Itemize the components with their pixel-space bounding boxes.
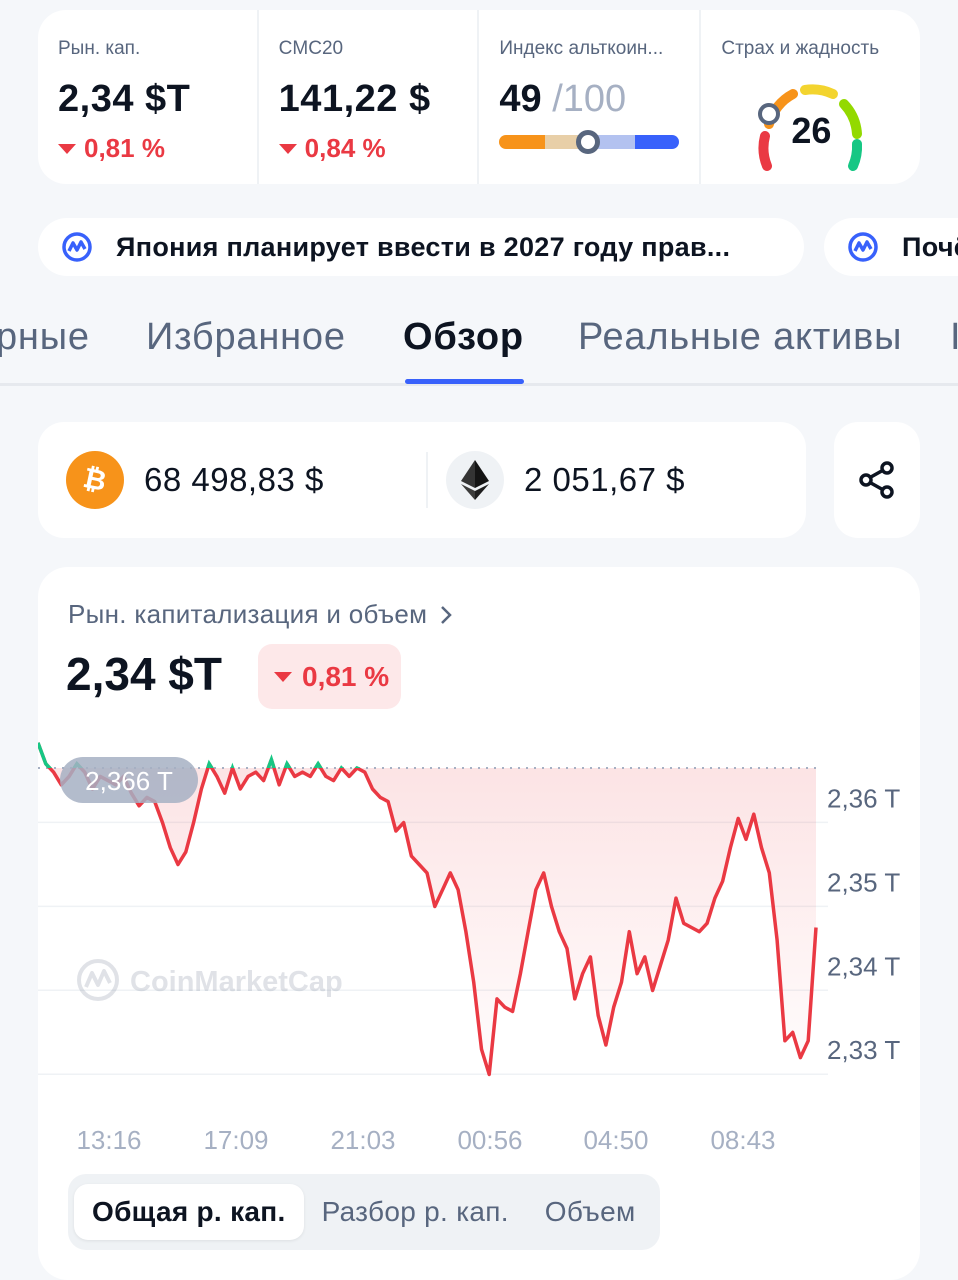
cmc-logo-icon: [848, 232, 878, 262]
x-tick-label: 00:56: [457, 1125, 522, 1155]
btc-price-value: 68 498,83 $: [144, 461, 324, 498]
cmc20-stat[interactable]: CMC20 141,22 $ 0,84 %: [259, 10, 480, 184]
altcoin-index-label: Индекс альткоин...: [499, 38, 664, 59]
tab-favorites[interactable]: Избранное: [146, 316, 346, 359]
chart-value: 2,34 $T: [66, 648, 222, 700]
cmc20-change: 0,84 %: [278, 133, 458, 164]
down-triangle-icon: [58, 143, 76, 154]
news-headline: Япония планирует ввести в 2027 году прав…: [116, 231, 731, 262]
chart-change-badge: 0,81 %: [258, 644, 402, 709]
share-button[interactable]: [834, 422, 920, 538]
eth-price[interactable]: 2 051,67 $: [446, 451, 685, 509]
market-cap-change-text: 0,81 %: [84, 133, 165, 163]
altcoin-index-value: 49 /100: [499, 78, 679, 121]
eth-price-value: 2 051,67 $: [524, 461, 685, 498]
down-triangle-icon: [278, 143, 297, 154]
y-tick-label: 2,33 T: [827, 1035, 900, 1065]
prices-card: ₿ 68 498,83 $ 2 051,67 $: [38, 422, 806, 538]
tab-next[interactable]: I: [950, 316, 958, 359]
svg-text:₿: ₿: [80, 463, 109, 497]
segment-total-market-cap[interactable]: Общая р. кап.: [74, 1184, 304, 1240]
coinmarketcap-watermark: CoinMarketCap: [77, 959, 343, 1001]
cmc20-change-text: 0,84 %: [304, 133, 386, 163]
cmc-logo-icon: [62, 232, 92, 262]
chevron-right-icon: [441, 605, 453, 624]
x-tick-label: 04:50: [583, 1125, 648, 1155]
y-tick-label: 2,35 T: [827, 867, 900, 897]
tab-overview[interactable]: Обзор: [403, 316, 524, 359]
fear-greed-value: 26: [791, 110, 832, 151]
y-tick-label: 2,36 T: [827, 783, 900, 813]
tab-trending[interactable]: рные: [0, 316, 90, 359]
tab-real-assets[interactable]: Реальные активы: [578, 316, 902, 359]
baseline-tooltip-text: 2,366 T: [85, 766, 173, 796]
cmc20-value: 141,22 $: [278, 78, 431, 120]
altcoin-index-number: 49: [499, 78, 542, 120]
x-tick-label: 08:43: [710, 1125, 775, 1155]
x-tick-label: 21:03: [330, 1125, 395, 1155]
active-tab-indicator: [405, 379, 524, 384]
altcoin-index-bar: [499, 130, 680, 154]
segment-market-cap-breakdown[interactable]: Разбор р. кап.: [304, 1184, 527, 1240]
x-tick-label: 13:16: [76, 1125, 141, 1155]
fear-greed-label: Страх и жадность: [721, 38, 880, 59]
cmc20-label: CMC20: [278, 38, 344, 59]
market-cap-chart-card: CoinMarketCap 2,36 T 2,35 T 2,34 T 2,33 T 1…: [38, 567, 920, 1280]
chart-area-fill: [38, 767, 816, 1075]
market-cap-change: 0,81 %: [58, 133, 237, 164]
chart-change-text: 0,81 %: [302, 660, 390, 692]
news-ticker-item[interactable]: Почё: [824, 218, 958, 276]
segment-volume[interactable]: Объем: [527, 1184, 654, 1240]
news-headline: Почё: [902, 231, 958, 262]
chart-mode-segmented-control: Общая р. кап. Разбор р. кап. Объем: [68, 1174, 660, 1250]
market-cap-value: 2,34 $T: [58, 78, 191, 120]
watermark-text: CoinMarketCap: [130, 966, 343, 998]
chart-title: Рын. капитализация и объем: [68, 599, 428, 629]
news-ticker-item[interactable]: Япония планирует ввести в 2027 году прав…: [38, 218, 804, 276]
divider: [426, 452, 428, 508]
x-tick-label: 17:09: [203, 1125, 268, 1155]
bitcoin-icon: ₿: [66, 451, 124, 509]
altcoin-index-knob: [575, 130, 600, 154]
baseline-tooltip: 2,366 T: [60, 757, 198, 803]
down-triangle-icon: [274, 671, 292, 682]
altcoin-index-denominator: /100: [552, 78, 627, 120]
market-cap-stat[interactable]: Рын. кап. 2,34 $T 0,81 %: [38, 10, 259, 184]
y-tick-label: 2,34 T: [827, 951, 900, 981]
btc-price[interactable]: ₿ 68 498,83 $: [66, 451, 324, 509]
category-tabs: рные Избранное Обзор Реальные активы I: [0, 300, 958, 386]
stats-panel: Рын. кап. 2,34 $T 0,81 % CMC20 141,22 $ …: [38, 10, 920, 184]
altcoin-index-stat[interactable]: Индекс альткоин... 49 /100: [479, 10, 702, 184]
ethereum-icon: [446, 451, 504, 509]
share-icon: [859, 461, 894, 499]
fear-greed-stat[interactable]: Страх и жадность 26: [701, 10, 920, 184]
market-cap-label: Рын. кап.: [58, 38, 141, 59]
chart-title-link[interactable]: Рын. капитализация и объем: [68, 599, 453, 630]
